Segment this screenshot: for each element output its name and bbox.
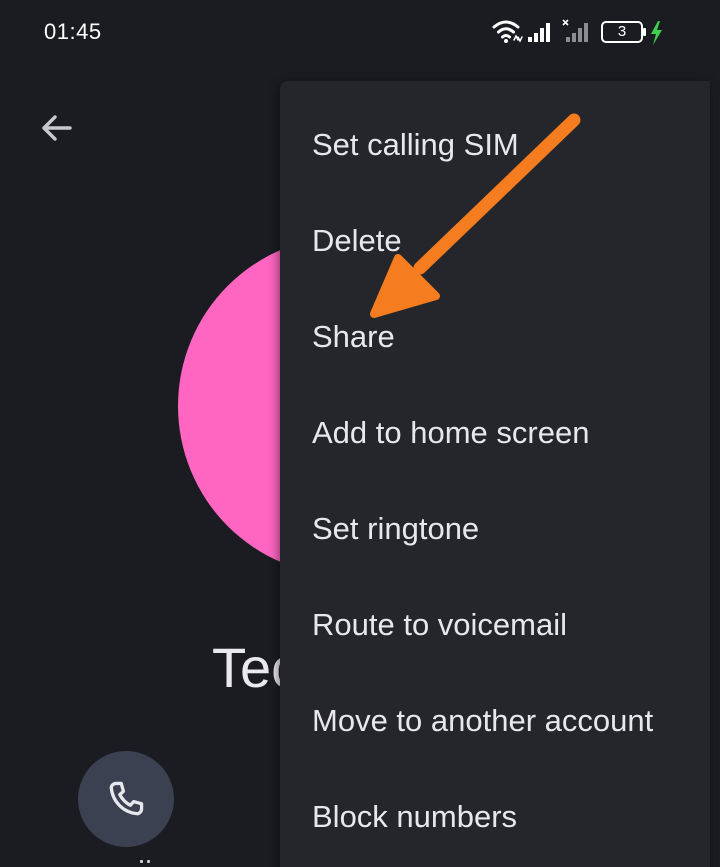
charging-bolt-icon bbox=[651, 21, 662, 45]
wifi-icon bbox=[492, 20, 523, 43]
menu-item-add-to-home-screen[interactable]: Add to home screen bbox=[280, 385, 710, 481]
signal-icon bbox=[528, 23, 550, 42]
battery-level: 3 bbox=[617, 23, 627, 40]
menu-item-label: Set calling SIM bbox=[312, 127, 519, 162]
menu-item-route-to-voicemail[interactable]: Route to voicemail bbox=[280, 577, 710, 673]
back-button[interactable] bbox=[32, 104, 80, 152]
status-icons: 3 bbox=[492, 18, 674, 48]
menu-item-label: Move to another account bbox=[312, 703, 654, 738]
contact-details-screen: 01:45 3 Tec Set calling SIM Delete Share… bbox=[0, 0, 720, 867]
phone-icon bbox=[109, 781, 144, 816]
signal-no-sim-icon bbox=[562, 19, 588, 42]
menu-item-set-calling-sim[interactable]: Set calling SIM bbox=[280, 97, 710, 193]
menu-item-label: Delete bbox=[312, 223, 402, 258]
menu-item-delete[interactable]: Delete bbox=[280, 193, 710, 289]
menu-item-label: Share bbox=[312, 319, 395, 354]
arrow-left-icon bbox=[42, 115, 72, 141]
menu-item-share[interactable]: Share bbox=[280, 289, 710, 385]
menu-item-label: Add to home screen bbox=[312, 415, 590, 450]
menu-item-label: Block numbers bbox=[312, 799, 518, 834]
overflow-menu: Set calling SIM Delete Share Add to home… bbox=[280, 81, 710, 867]
call-label-fragment bbox=[138, 858, 154, 864]
menu-item-set-ringtone[interactable]: Set ringtone bbox=[280, 481, 710, 577]
menu-item-label: Route to voicemail bbox=[312, 607, 568, 642]
menu-item-move-to-another-account[interactable]: Move to another account bbox=[280, 673, 710, 769]
status-bar: 01:45 3 bbox=[0, 0, 720, 64]
menu-item-block-numbers[interactable]: Block numbers bbox=[280, 769, 710, 865]
status-time: 01:45 bbox=[44, 19, 102, 44]
menu-item-label: Set ringtone bbox=[312, 511, 480, 546]
call-button[interactable] bbox=[78, 751, 174, 847]
